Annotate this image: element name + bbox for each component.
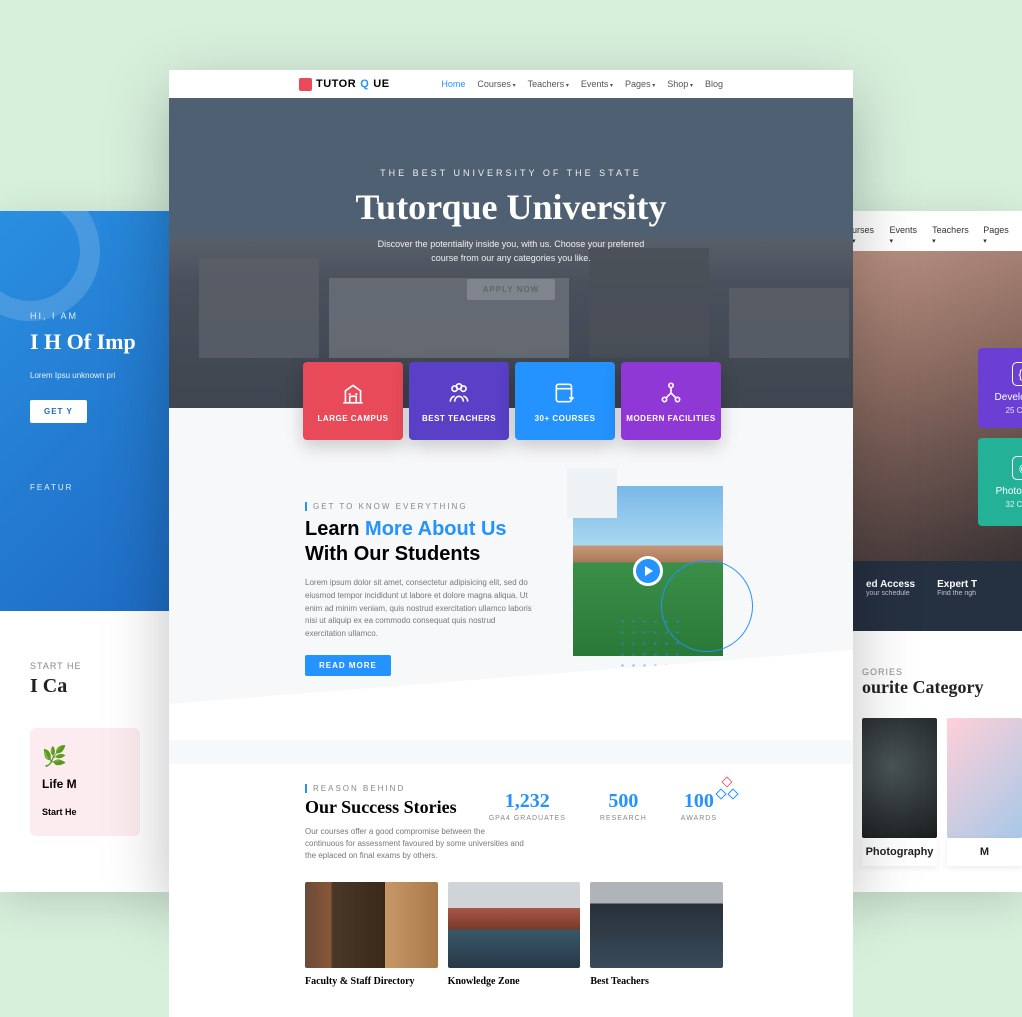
darkbar-access: ed Access your schedule	[866, 579, 915, 613]
main-card: TUTORQUE Home Courses Teachers Events Pa…	[169, 70, 853, 892]
right-categories: Photography M	[852, 718, 1022, 866]
background-card-left: STEFA HI, I AM I H Of Imp Lorem Ipsu unk…	[0, 211, 170, 892]
topbar: TUTORQUE Home Courses Teachers Events Pa…	[169, 70, 853, 98]
gallery-img-3	[590, 882, 723, 968]
about-title: Learn More About UsWith Our Students	[305, 517, 535, 567]
nav-events[interactable]: Events	[890, 225, 921, 245]
gallery-teachers[interactable]: Best Teachers	[590, 882, 723, 987]
gallery-img-2	[448, 882, 581, 968]
nav-home[interactable]: Home	[441, 79, 465, 89]
code-icon: { }	[1012, 362, 1022, 386]
gallery-row: Faculty & Staff Directory Knowledge Zone…	[305, 882, 723, 987]
left-start-label: START HE	[30, 661, 170, 671]
cat-photography[interactable]: Photography	[862, 718, 937, 866]
gallery-img-1	[305, 882, 438, 968]
left-lower: START HE I Ca	[0, 611, 170, 698]
apply-now-button[interactable]: APPLY NOW	[467, 279, 556, 300]
life-card-title: Life M	[42, 777, 128, 791]
people-icon	[446, 380, 472, 406]
right-nav: urses Events Teachers Pages	[852, 225, 1012, 245]
stat-awards: 100 AWARDS	[681, 790, 717, 822]
stat-graduates: 1,232 GPA4 GRADUATES	[489, 790, 566, 822]
about-body: Lorem ipsum dolor sit amet, consectetur …	[305, 577, 535, 641]
logo-tutorque[interactable]: TUTORQUE	[299, 78, 390, 91]
stat-research: 500 RESEARCH	[600, 790, 647, 822]
nav-pages[interactable]: Pages	[625, 79, 655, 89]
network-icon	[658, 380, 684, 406]
nav-pages[interactable]: Pages	[983, 225, 1012, 245]
about-text: GET TO KNOW EVERYTHING Learn More About …	[305, 502, 535, 676]
cat-m[interactable]: M	[947, 718, 1022, 866]
about-kicker: GET TO KNOW EVERYTHING	[305, 502, 535, 511]
tile-development[interactable]: { } Development 25 Course	[978, 348, 1022, 428]
gallery-knowledge[interactable]: Knowledge Zone	[448, 882, 581, 987]
book-icon	[552, 380, 578, 406]
gallery-faculty[interactable]: Faculty & Staff Directory	[305, 882, 438, 987]
nav-teachers[interactable]: Teachers	[932, 225, 971, 245]
read-more-button[interactable]: READ MORE	[305, 655, 391, 676]
decorative-circle	[0, 211, 100, 321]
camera-icon: ◉	[1012, 456, 1022, 480]
left-featured: FEATUR	[30, 483, 170, 492]
main-nav: Home Courses Teachers Events Pages Shop …	[441, 79, 723, 89]
play-button[interactable]	[633, 556, 663, 586]
darkbar-expert: Expert T Find the righ	[937, 579, 977, 613]
right-hero-image: { } Development 25 Course ✎ A ◉ Photogra…	[852, 251, 1022, 561]
nav-events[interactable]: Events	[581, 79, 613, 89]
nav-shop[interactable]: Shop	[667, 79, 693, 89]
logo-icon	[299, 78, 312, 91]
nav-teachers[interactable]: Teachers	[528, 79, 569, 89]
stories-section: REASON BEHIND Our Success Stories Our co…	[169, 764, 853, 1017]
hero-kicker: THE BEST UNIVERSITY OF THE STATE	[380, 168, 642, 178]
building-icon	[340, 380, 366, 406]
right-cap: GORIES	[852, 667, 1022, 677]
left-h2: I Ca	[30, 675, 170, 698]
cat-photo-img	[862, 718, 937, 838]
logo-q: Q	[360, 78, 369, 90]
hero-title: Tutorque University	[355, 186, 666, 228]
stats-row: 1,232 GPA4 GRADUATES 500 RESEARCH 100 AW…	[489, 790, 717, 822]
plant-icon: 🌿	[42, 744, 128, 769]
right-darkbar: ed Access your schedule Expert T Find th…	[852, 561, 1022, 631]
about-section: GET TO KNOW EVERYTHING Learn More About …	[169, 408, 853, 676]
right-h2: ourite Category	[852, 677, 1022, 698]
left-headline: I H Of Imp	[30, 329, 170, 354]
left-lorem: Lorem Ipsu unknown pri	[30, 370, 170, 382]
tile-photography[interactable]: ◉ Photography 32 Course	[978, 438, 1022, 526]
stories-desc: Our courses offer a good compromise betw…	[305, 826, 525, 862]
left-cta-button[interactable]: GET Y	[30, 400, 87, 423]
decorative-diamonds	[717, 778, 737, 838]
hero-sub: Discover the potentiality inside you, wi…	[378, 238, 645, 265]
background-card-right: urses Events Teachers Pages { } Developm…	[852, 211, 1022, 892]
left-life-card[interactable]: 🌿 Life M Start He	[30, 728, 140, 836]
nav-courses[interactable]: Courses	[477, 79, 515, 89]
nav-courses[interactable]: urses	[852, 225, 878, 245]
life-card-link[interactable]: Start He	[42, 807, 77, 817]
right-lower: GORIES ourite Category Photography M	[852, 631, 1022, 866]
nav-blog[interactable]: Blog	[705, 79, 723, 89]
left-hero: HI, I AM I H Of Imp Lorem Ipsu unknown p…	[0, 211, 170, 611]
cat-m-img	[947, 718, 1022, 838]
